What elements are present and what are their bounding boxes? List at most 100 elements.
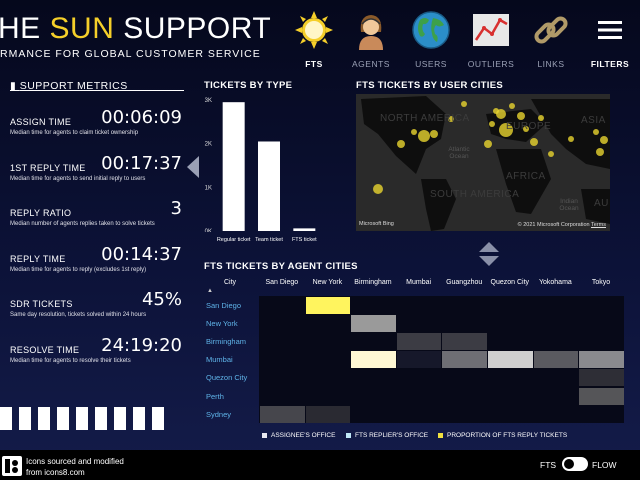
bar-team-ticket[interactable] (258, 141, 280, 231)
map-marker[interactable] (509, 103, 515, 109)
metrics-divider (60, 90, 184, 91)
column-header[interactable]: Guangzhou (441, 279, 487, 286)
heatmap-cell[interactable] (579, 369, 624, 387)
continent-label: EUROPE (506, 121, 552, 132)
sort-ascending-icon[interactable]: ▲ (207, 288, 213, 294)
bar-block (114, 407, 126, 430)
bar-regular-ticket[interactable] (222, 102, 245, 231)
metric-value: 00:17:37 (101, 153, 182, 174)
map-marker[interactable] (373, 184, 383, 194)
bullet-icon: ▮ (10, 80, 20, 92)
map-marker[interactable] (461, 101, 467, 107)
hamburger-menu-icon (598, 21, 622, 39)
map-marker[interactable] (489, 121, 495, 127)
x-category-label: FTS ticket (291, 237, 317, 243)
metric-desc: Median time for agents to claim ticket o… (10, 130, 139, 136)
row-label: New York (206, 319, 238, 329)
swap-visual-icon[interactable] (478, 241, 500, 267)
heatmap-cell[interactable] (351, 351, 396, 369)
city-column-header[interactable]: City (224, 279, 236, 286)
heatmap-cell[interactable] (442, 351, 487, 369)
column-header[interactable]: Tokyo (578, 279, 624, 286)
legend-item: FTS REPLIER'S OFFICE (346, 432, 428, 439)
bar-block (57, 407, 69, 430)
fts-flow-toggle[interactable] (562, 457, 588, 471)
metric-name: ASSIGN TIME (10, 117, 72, 127)
map-marker[interactable] (548, 151, 554, 157)
user-cities-map[interactable]: NORTH AMERICA EUROPE ASIA AFRICA SOUTH A… (356, 94, 610, 231)
nav-filters[interactable]: FILTERS (585, 10, 635, 69)
nav-links[interactable]: LINKS (526, 10, 576, 69)
map-marker[interactable] (593, 129, 599, 135)
metric-value: 45% (141, 289, 182, 310)
nav-fts[interactable]: FTS (289, 10, 339, 69)
bar-fts-ticket[interactable] (293, 228, 316, 231)
nav-fts-label: FTS (305, 59, 323, 69)
continent-label: AU (594, 198, 609, 209)
bar-block (76, 407, 88, 430)
map-marker[interactable] (568, 136, 574, 142)
heatmap-cell[interactable] (533, 351, 579, 369)
nav-outliers[interactable]: OUTLIERS (466, 10, 516, 69)
toggle-knob (564, 459, 574, 469)
map-marker[interactable] (596, 148, 604, 156)
decorative-bars (0, 407, 164, 430)
nav-links-label: LINKS (537, 59, 565, 69)
toggle-fts-label: FTS (540, 460, 557, 470)
x-category-label: Regular ticket (216, 237, 251, 243)
map-marker[interactable] (493, 108, 499, 114)
column-header[interactable]: New York (305, 279, 351, 286)
footer-credit: Icons sourced and modified from icons8.c… (26, 457, 124, 477)
agent-cities-title: FTS TICKETS BY AGENT CITIES (204, 261, 358, 272)
nav-users[interactable]: USERS (406, 10, 456, 69)
heatmap-cell[interactable] (579, 351, 624, 369)
metric-name: 1ST REPLY TIME (10, 163, 86, 173)
continent-label: ASIA (581, 115, 606, 126)
nav-outliers-label: OUTLIERS (467, 59, 515, 69)
heatmap-cell[interactable] (305, 405, 351, 423)
map-marker[interactable] (430, 130, 438, 138)
map-marker[interactable] (530, 138, 538, 146)
globe-icon (412, 11, 450, 49)
bar-block (133, 407, 145, 430)
metric-value: 00:06:09 (101, 107, 182, 128)
heatmap-cell[interactable] (579, 387, 624, 405)
metric-desc: Median time for agents to reply (exclude… (10, 267, 147, 273)
nav-agents[interactable]: AGENTS (346, 10, 396, 69)
terms-link[interactable]: Terms (591, 222, 606, 228)
map-marker[interactable] (418, 130, 430, 142)
metric-desc: Median time for agents to send initial r… (10, 176, 146, 182)
heatmap-cell[interactable] (442, 333, 487, 351)
map-marker[interactable] (517, 112, 525, 120)
nav-agents-label: AGENTS (352, 59, 390, 69)
metric-desc: Median time for agents to resolve their … (10, 358, 131, 364)
column-header[interactable]: Yokohama (533, 279, 579, 286)
heatmap-cell[interactable] (396, 351, 442, 369)
x-category-label: Team ticket (255, 237, 283, 243)
map-marker[interactable] (397, 140, 405, 148)
column-header[interactable]: Quezon City (487, 279, 533, 286)
row-label: Quezon City (206, 373, 248, 383)
line-chart-icon (473, 14, 509, 46)
metric-value: 00:14:37 (101, 244, 182, 265)
legend-item: PROPORTION OF FTS REPLY TICKETS (438, 432, 567, 439)
column-header[interactable]: San Diego (259, 279, 305, 286)
heatmap-cell[interactable] (488, 351, 533, 369)
heatmap-cell[interactable] (305, 297, 351, 315)
toggle-flow-label: FLOW (592, 460, 617, 470)
heatmap-cell[interactable] (351, 315, 396, 333)
map-marker[interactable] (411, 129, 417, 135)
metric-name: RESOLVE TIME (10, 345, 80, 355)
continent-label: NORTH AMERICA (380, 113, 470, 124)
bar-block (152, 407, 164, 430)
map-marker[interactable] (484, 140, 492, 148)
y-tick-label: 0K (205, 229, 212, 232)
page-title: HE SUN SUPPORT (0, 12, 272, 45)
heatmap-cell[interactable] (396, 333, 442, 351)
heatmap-cell[interactable] (260, 405, 305, 423)
continent-label: SOUTH AMERICA (430, 189, 520, 200)
map-marker[interactable] (600, 136, 608, 144)
metric-desc: Same day resolution, tickets solved with… (10, 312, 147, 318)
column-header[interactable]: Mumbai (396, 279, 442, 286)
column-header[interactable]: Birmingham (350, 279, 396, 286)
